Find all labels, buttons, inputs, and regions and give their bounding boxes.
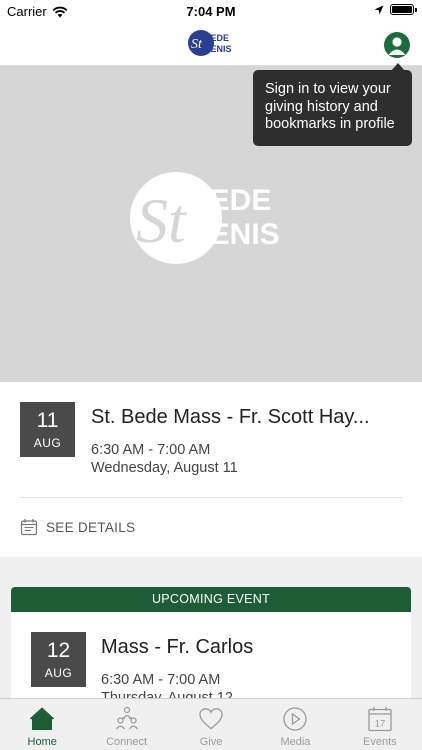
event-title: St. Bede Mass - Fr. Scott Hay... <box>91 406 370 428</box>
tab-bar: Home Connect Give Media 17 Events <box>0 698 422 750</box>
profile-button[interactable] <box>384 32 410 58</box>
upcoming-date-month: AUG <box>44 666 73 680</box>
user-icon <box>388 37 406 55</box>
svg-text:BEDE: BEDE <box>188 184 271 217</box>
people-icon <box>115 706 138 730</box>
event-time: 6:30 AM - 7:00 AM <box>91 442 211 458</box>
see-details-label: SEE DETAILS <box>46 519 136 535</box>
tab-media[interactable]: Media <box>253 699 337 750</box>
card-divider <box>20 497 402 498</box>
parish-logo: St BEDE DENIS <box>188 30 232 56</box>
battery-icon <box>390 4 417 15</box>
status-right <box>374 4 417 15</box>
date-day: 11 <box>36 409 59 432</box>
tab-events-label: Events <box>363 736 397 748</box>
svg-text:St: St <box>191 37 203 52</box>
svg-text:St: St <box>136 185 188 256</box>
calendar-icon: 17 <box>368 707 392 732</box>
tab-media-label: Media <box>280 736 311 748</box>
status-time: 7:04 PM <box>186 4 236 19</box>
upcoming-event-card[interactable]: UPCOMING EVENT 12 AUG Mass - Fr. Carlos … <box>11 587 411 707</box>
svg-text:DENIS: DENIS <box>188 218 280 251</box>
event-date: Wednesday, August 11 <box>91 460 238 476</box>
upcoming-header: UPCOMING EVENT <box>11 587 411 612</box>
date-badge: 11 AUG <box>20 402 75 457</box>
date-month: AUG <box>33 436 62 450</box>
tab-home[interactable]: Home <box>0 699 84 750</box>
event-card[interactable]: 11 AUG St. Bede Mass - Fr. Scott Hay... … <box>0 382 422 557</box>
svg-text:DENIS: DENIS <box>204 44 232 54</box>
home-icon <box>30 707 55 730</box>
nav-bar: St BEDE DENIS <box>0 22 422 66</box>
svg-text:BEDE: BEDE <box>204 33 229 43</box>
upcoming-event-time: 6:30 AM - 7:00 AM <box>101 672 221 688</box>
upcoming-date-badge: 12 AUG <box>31 632 86 687</box>
hero-logo: St BEDE DENIS <box>130 172 280 264</box>
tab-events[interactable]: 17 Events <box>338 699 422 750</box>
svg-text:17: 17 <box>375 719 386 730</box>
sign-in-tooltip: Sign in to view your giving history and … <box>253 63 412 146</box>
status-bar: Carrier 7:04 PM <box>0 0 422 22</box>
location-arrow-icon <box>374 5 384 14</box>
upcoming-event-title: Mass - Fr. Carlos <box>101 636 254 658</box>
tab-connect-label: Connect <box>106 736 148 748</box>
tooltip-text: Sign in to view your giving history and … <box>265 81 395 132</box>
tab-connect[interactable]: Connect <box>84 699 168 750</box>
play-icon <box>283 707 308 731</box>
tab-give[interactable]: Give <box>169 699 253 750</box>
calendar-details-icon <box>20 519 38 536</box>
tab-give-label: Give <box>199 736 223 748</box>
tab-home-label: Home <box>27 736 57 748</box>
heart-icon <box>199 708 223 730</box>
upcoming-date-day: 12 <box>46 639 71 662</box>
see-details-button[interactable]: SEE DETAILS <box>20 518 135 536</box>
